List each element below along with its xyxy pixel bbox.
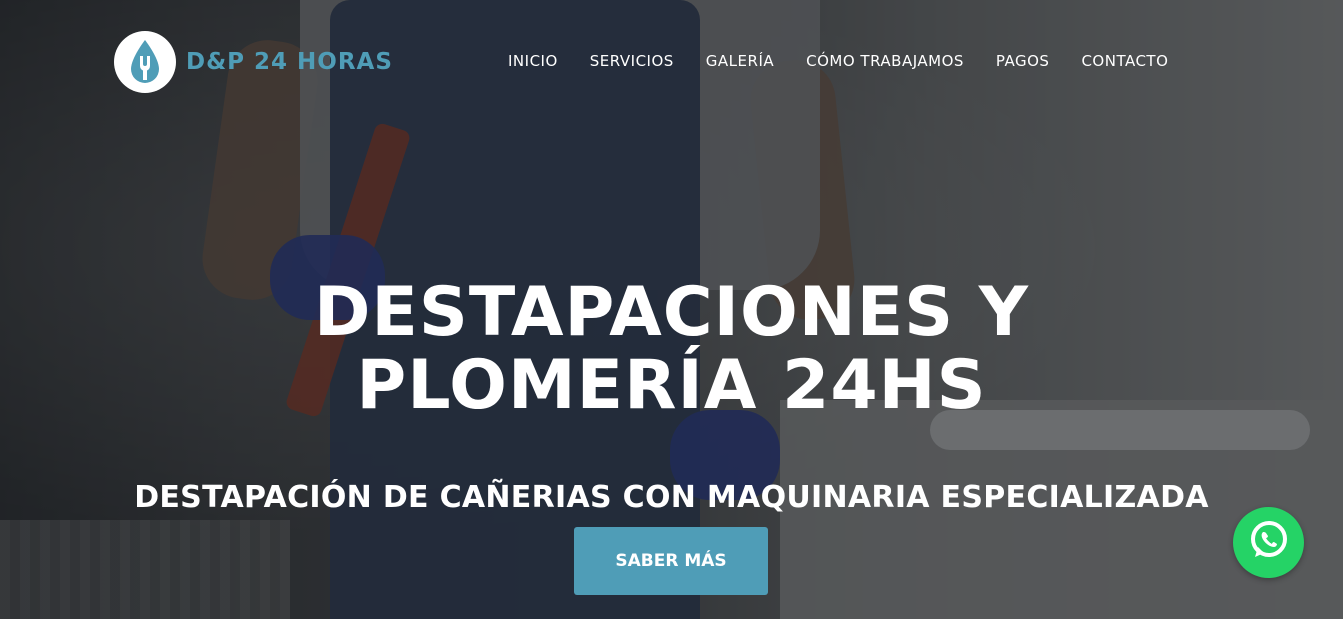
brand-name: D&P 24 HORAS xyxy=(186,49,393,75)
nav-item-como-trabajamos[interactable]: CÓMO TRABAJAMOS xyxy=(806,52,964,70)
hero-section: D&P 24 HORAS INICIO SERVICIOS GALERÍA CÓ… xyxy=(0,0,1343,619)
whatsapp-button[interactable] xyxy=(1233,507,1304,578)
nav-item-galeria[interactable]: GALERÍA xyxy=(706,52,774,70)
hero-title-line-1: DESTAPACIONES Y xyxy=(313,273,1030,352)
nav-item-servicios[interactable]: SERVICIOS xyxy=(590,52,674,70)
whatsapp-icon xyxy=(1246,517,1292,568)
nav-item-contacto[interactable]: CONTACTO xyxy=(1081,52,1168,70)
wrench-water-drop-icon xyxy=(114,31,176,93)
nav-item-pagos[interactable]: PAGOS xyxy=(996,52,1050,70)
saber-mas-button[interactable]: SABER MÁS xyxy=(574,527,768,595)
hero-subtitle: DESTAPACIÓN DE CAÑERIAS CON MAQUINARIA E… xyxy=(134,480,1209,515)
site-header: D&P 24 HORAS INICIO SERVICIOS GALERÍA CÓ… xyxy=(0,0,1343,120)
logo-link[interactable]: D&P 24 HORAS xyxy=(114,31,393,93)
hero-title-line-2: PLOMERÍA 24HS xyxy=(356,346,987,425)
main-nav: INICIO SERVICIOS GALERÍA CÓMO TRABAJAMOS… xyxy=(508,52,1168,70)
hero-title: DESTAPACIONES Y PLOMERÍA 24HS xyxy=(0,276,1343,422)
nav-item-inicio[interactable]: INICIO xyxy=(508,52,558,70)
